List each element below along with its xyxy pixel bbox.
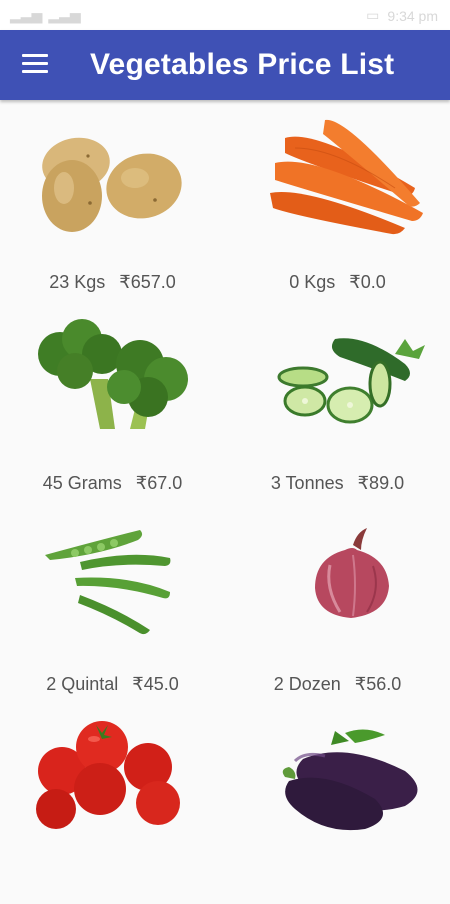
page-title: Vegetables Price List (90, 48, 395, 81)
peas-price: ₹45.0 (132, 674, 179, 694)
status-bar: ▂▃▅ ▂▃▅ ▭ 9:34 pm (0, 0, 450, 30)
onion-caption: 2 Dozen ₹56.0 (225, 674, 450, 695)
onion-quantity: 2 Dozen (273, 674, 341, 694)
potato-quantity: 23 Kgs (49, 272, 106, 292)
eggplant-image (282, 729, 418, 831)
peas-item[interactable]: 2 Quintal ₹45.0 (0, 502, 225, 703)
vegetable-grid: 23 Kgs ₹657.0 0 Kgs ₹0.0 45 Grams ₹67.0 … (0, 100, 450, 831)
cucumber-price: ₹89.0 (357, 473, 405, 493)
tomato-caption (0, 875, 225, 896)
signal-icon: ▂▃▅ (10, 7, 43, 23)
potato-image (42, 137, 182, 232)
peas-caption: 2 Quintal ₹45.0 (0, 674, 225, 695)
potato-caption: 23 Kgs ₹657.0 (0, 272, 225, 293)
status-left: ▂▃▅ ▂▃▅ (10, 7, 81, 24)
onion-item[interactable]: 2 Dozen ₹56.0 (225, 502, 450, 703)
onion-price: ₹56.0 (354, 674, 402, 694)
battery-icon: ▭ (366, 7, 380, 23)
onion-image (315, 528, 389, 618)
broccoli-price: ₹67.0 (135, 473, 183, 493)
carrot-price: ₹0.0 (349, 272, 386, 292)
status-right: ▭ 9:34 pm (366, 7, 438, 24)
cucumber-image (277, 338, 425, 424)
tomato-image (36, 721, 180, 829)
broccoli-item[interactable]: 45 Grams ₹67.0 (0, 301, 225, 502)
status-time: 9:34 pm (387, 7, 438, 24)
broccoli-caption: 45 Grams ₹67.0 (0, 473, 225, 494)
eggplant-caption (225, 875, 450, 896)
carrot-item[interactable]: 0 Kgs ₹0.0 (225, 100, 450, 301)
broccoli-quantity: 45 Grams (42, 473, 122, 493)
tomato-item[interactable] (0, 703, 225, 904)
cucumber-item[interactable]: 3 Tonnes ₹89.0 (225, 301, 450, 502)
carrot-image (270, 119, 423, 235)
cucumber-caption: 3 Tonnes ₹89.0 (225, 473, 450, 494)
potato-item[interactable]: 23 Kgs ₹657.0 (0, 100, 225, 301)
eggplant-item[interactable] (225, 703, 450, 904)
app-bar: Vegetables Price List (0, 30, 450, 100)
peas-image (45, 530, 171, 635)
signal-icon-2: ▂▃▅ (48, 7, 81, 23)
potato-price: ₹657.0 (119, 272, 176, 292)
broccoli-image (38, 319, 188, 429)
cucumber-quantity: 3 Tonnes (270, 473, 344, 493)
peas-quantity: 2 Quintal (46, 674, 119, 694)
carrot-quantity: 0 Kgs (289, 272, 336, 292)
menu-icon[interactable] (22, 54, 48, 76)
carrot-caption: 0 Kgs ₹0.0 (225, 272, 450, 293)
